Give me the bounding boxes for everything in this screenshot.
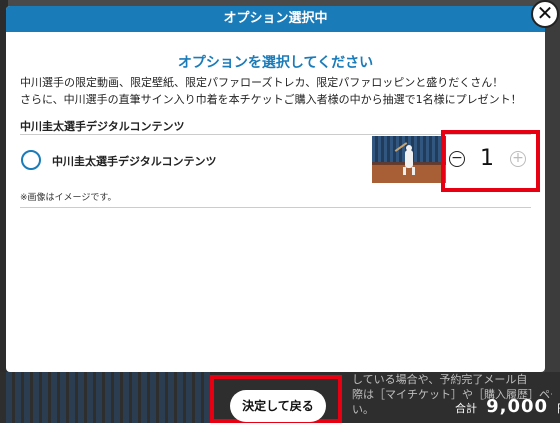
confirm-and-return-button[interactable]: 決定して戻る	[230, 390, 326, 422]
total-label: 合計	[455, 402, 477, 415]
highlight-quantity-box	[441, 130, 540, 192]
description-line: さらに、中川選手の直筆サイン入り巾着を本チケットご購入者様の中から抽選で1名様に…	[20, 93, 522, 106]
player-body	[405, 150, 413, 168]
option-item-name: 中川圭太選手デジタルコンテンツ	[52, 155, 217, 168]
background-scrollbar[interactable]	[545, 0, 560, 423]
background-seat-map	[6, 372, 211, 423]
image-note: ※画像はイメージです。	[20, 193, 117, 203]
notice-line: している場合や、予約完了メール自	[352, 373, 528, 386]
option-thumbnail-image	[372, 136, 446, 183]
section-title: 中川圭太選手デジタルコンテンツ	[20, 120, 185, 133]
order-total: 合計 9,000 円	[455, 396, 560, 417]
option-description: 中川選手の限定動画、限定壁紙、限定パファローズトレカ、限定パファロッピンと盛りだ…	[20, 74, 535, 108]
player-legs	[403, 167, 415, 175]
total-amount: 9,000	[486, 396, 549, 417]
divider	[20, 207, 531, 208]
modal-title: オプションを選択してください	[177, 55, 374, 71]
close-icon[interactable]: ✕	[531, 0, 559, 28]
option-radio-button[interactable]	[21, 150, 41, 170]
modal-header: オプション選択中	[6, 6, 545, 32]
description-line: 中川選手の限定動画、限定壁紙、限定パファローズトレカ、限定パファロッピンと盛りだ…	[20, 76, 504, 89]
